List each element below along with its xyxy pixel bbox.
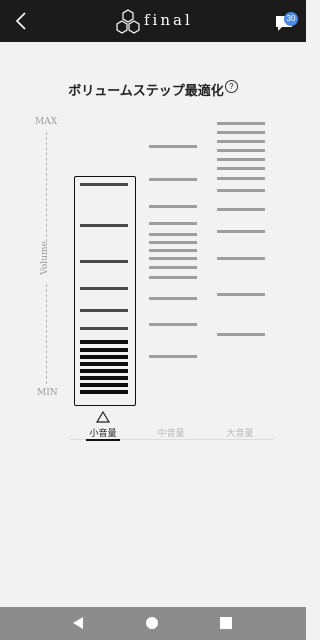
app-bar: final 30 <box>0 0 306 42</box>
tab-medium-volume[interactable]: 中音量 <box>151 426 191 439</box>
volume-step-line <box>217 149 265 152</box>
back-button[interactable] <box>10 9 34 33</box>
volume-step-line <box>149 297 197 300</box>
volume-step-line <box>80 376 128 380</box>
help-icon[interactable]: ? <box>224 80 238 93</box>
volume-step-line <box>217 230 265 233</box>
volume-step-line <box>149 266 197 269</box>
axis-max-label: MAX <box>35 117 58 127</box>
volume-step-line <box>217 140 265 143</box>
volume-step-line <box>80 348 128 352</box>
volume-step-line <box>80 260 128 263</box>
volume-step-line <box>80 340 128 344</box>
volume-step-line <box>80 224 128 227</box>
volume-step-line <box>80 390 128 394</box>
volume-step-line <box>217 167 265 170</box>
axis-min-label: MIN <box>37 388 58 398</box>
notification-badge: 30 <box>284 12 298 26</box>
volume-step-line <box>217 158 265 161</box>
volume-step-line <box>149 145 197 148</box>
tab-small-volume[interactable]: 小音量 <box>83 426 123 439</box>
volume-step-line <box>217 257 265 260</box>
volume-step-line <box>80 327 128 330</box>
axis-line-upper <box>46 132 47 242</box>
volume-step-line <box>80 309 128 312</box>
volume-step-line <box>217 333 265 336</box>
hexagon-logo-icon <box>116 9 140 34</box>
volume-step-line <box>217 293 265 296</box>
volume-step-line <box>149 233 197 236</box>
volume-step-line <box>217 208 265 211</box>
volume-step-line <box>80 287 128 290</box>
volume-step-line <box>149 222 197 225</box>
nav-recent-icon[interactable] <box>220 617 232 629</box>
volume-step-line <box>80 369 128 373</box>
page-title: ボリュームステップ最適化? <box>0 80 306 99</box>
volume-step-line <box>149 241 197 244</box>
volume-step-line <box>80 355 128 359</box>
axis-volume-label: Volume <box>40 241 50 275</box>
volume-step-line <box>217 122 265 125</box>
volume-step-line <box>149 205 197 208</box>
volume-step-line <box>217 177 265 180</box>
chevron-left-icon <box>15 12 26 30</box>
logo-wordmark: final <box>144 11 193 29</box>
volume-step-line <box>80 383 128 387</box>
volume-step-line <box>217 131 265 134</box>
system-nav-bar <box>0 607 306 640</box>
volume-step-line <box>80 362 128 366</box>
volume-step-line <box>80 183 128 186</box>
volume-step-line <box>149 355 197 358</box>
nav-back-icon[interactable] <box>71 616 85 630</box>
volume-step-line <box>149 178 197 181</box>
page-title-text: ボリュームステップ最適化 <box>68 83 224 98</box>
app-logo: final <box>114 9 204 35</box>
volume-step-line <box>149 276 197 279</box>
tab-large-volume[interactable]: 大音量 <box>220 426 260 439</box>
axis-line-lower <box>46 284 47 384</box>
volume-step-line <box>217 189 265 192</box>
volume-step-line <box>149 249 197 252</box>
volume-step-line <box>149 257 197 260</box>
triangle-icon <box>96 411 110 423</box>
nav-home-icon[interactable] <box>145 616 159 630</box>
volume-step-line <box>149 323 197 326</box>
active-tab-indicator <box>86 439 120 441</box>
